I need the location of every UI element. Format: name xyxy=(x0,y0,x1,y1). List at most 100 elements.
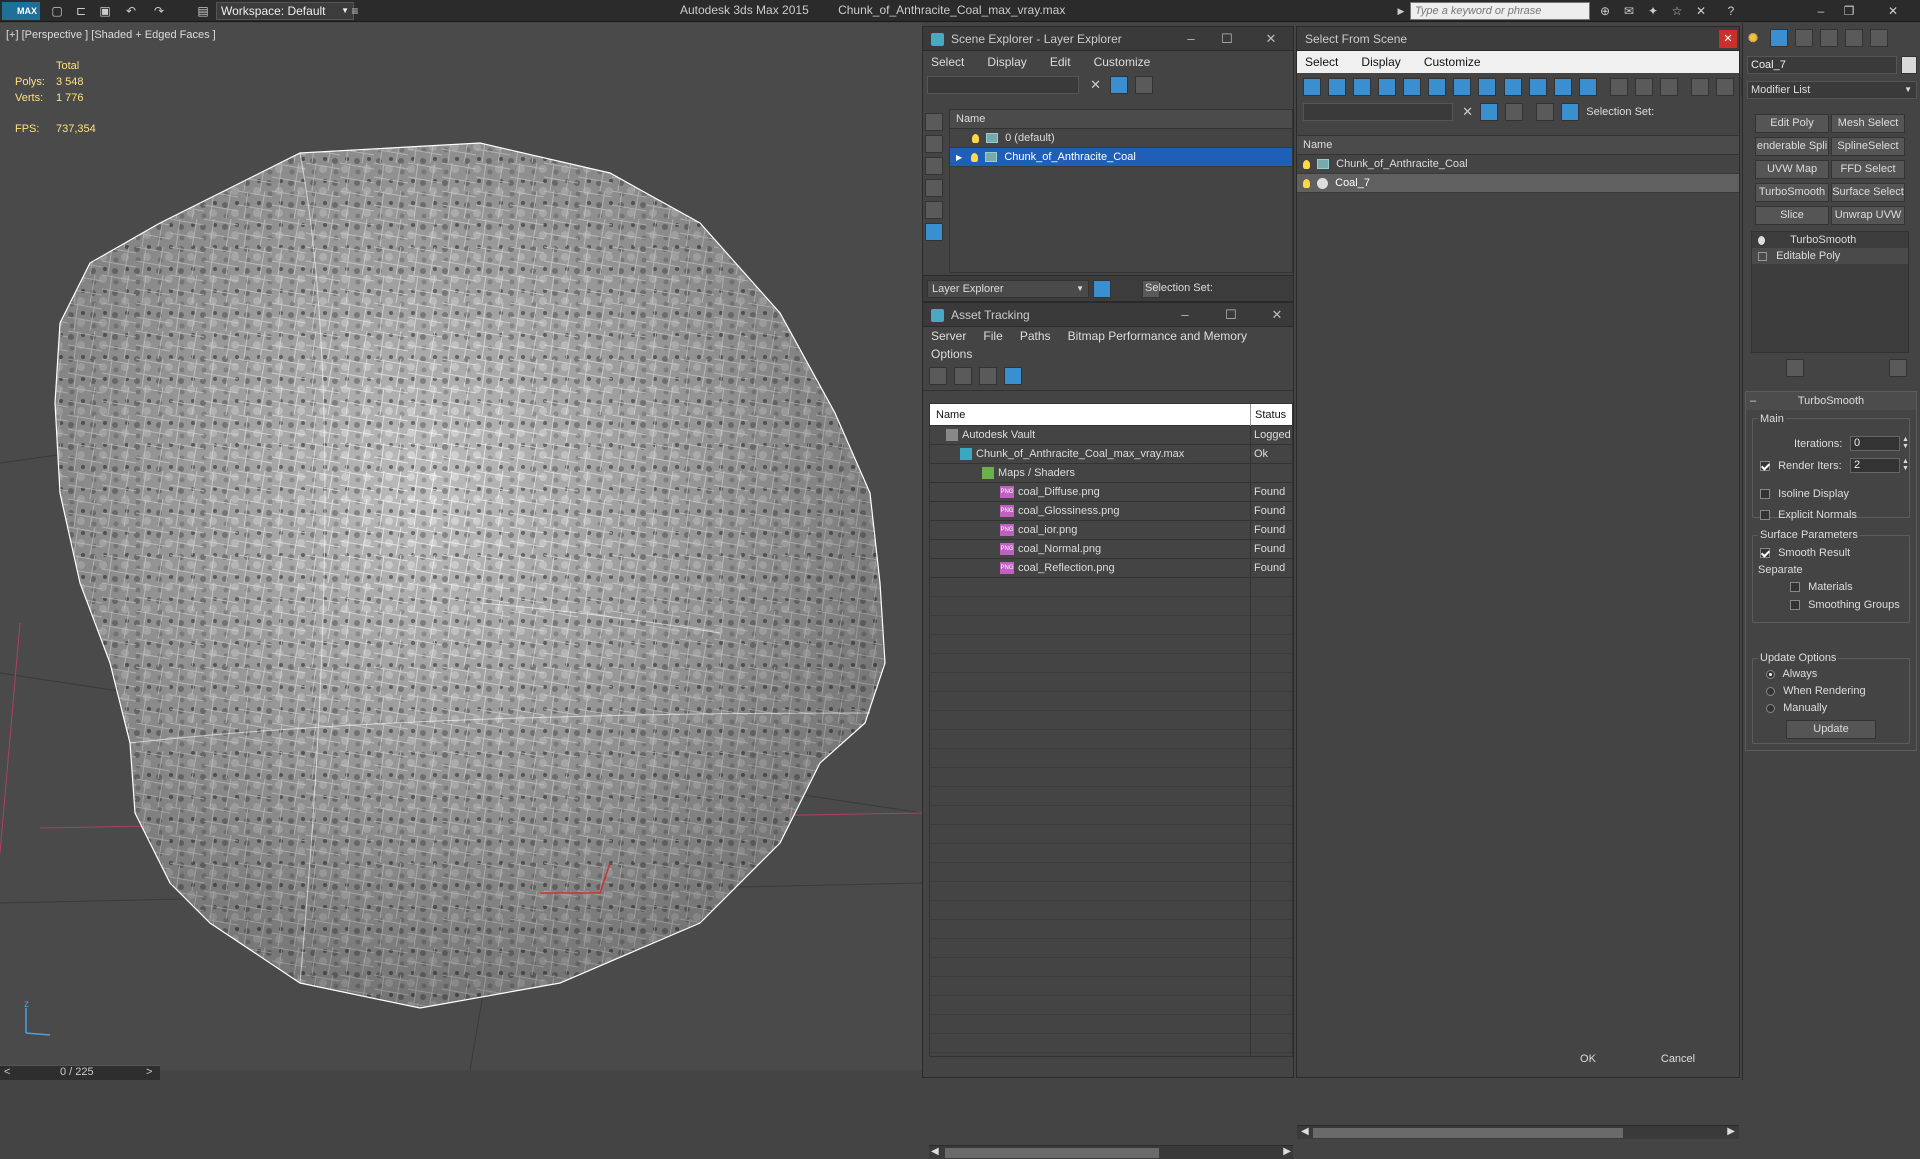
workspace-dropdown[interactable]: Workspace: Default ▼ xyxy=(216,2,354,20)
minimize-icon[interactable]: – xyxy=(1171,303,1199,327)
quick-access-menu-icon[interactable]: ≡ xyxy=(346,2,364,20)
always-radio[interactable] xyxy=(1766,669,1775,679)
refresh-icon[interactable] xyxy=(929,367,947,385)
modify-tab-icon[interactable] xyxy=(1770,29,1789,47)
renderable-spline-button[interactable]: enderable Spli xyxy=(1755,137,1829,156)
clear-search-icon[interactable]: ✕ xyxy=(1462,104,1473,119)
hierarchy-icon[interactable] xyxy=(1716,78,1734,96)
display-cameras-icon[interactable] xyxy=(925,179,943,197)
filter-bones-icon[interactable] xyxy=(1503,78,1522,96)
asset-row[interactable]: Autodesk Vault Logged xyxy=(930,426,1292,445)
filter-spacewarps-icon[interactable] xyxy=(1428,78,1447,96)
exchange-icon[interactable]: ✕ xyxy=(1692,2,1710,20)
column-header-status[interactable]: Status xyxy=(1250,404,1286,426)
render-iters-checkbox[interactable] xyxy=(1760,461,1770,472)
slice-button[interactable]: Slice xyxy=(1755,206,1829,225)
unwrap-uvw-button[interactable]: Unwrap UVW xyxy=(1831,206,1905,225)
close-icon[interactable]: ✕ xyxy=(1719,30,1737,48)
close-icon[interactable]: ✕ xyxy=(1884,2,1902,20)
filter-groups-icon[interactable] xyxy=(1453,78,1472,96)
undo-icon[interactable]: ↶ xyxy=(122,2,140,20)
restore-icon[interactable]: ❐ xyxy=(1840,2,1858,20)
asset-horizontal-scrollbar[interactable]: ◀ ▶ xyxy=(929,1145,1293,1159)
menu-options[interactable]: Options xyxy=(931,347,972,361)
expand-arrow-icon[interactable]: ▶ xyxy=(956,153,962,162)
uvw-map-button[interactable]: UVW Map xyxy=(1755,160,1829,179)
light-bulb-icon[interactable] xyxy=(971,152,979,162)
layer-icon[interactable] xyxy=(1536,103,1555,121)
column-header-name[interactable]: Name xyxy=(936,409,965,421)
turbosmooth-button[interactable]: TurboSmooth xyxy=(1755,183,1829,202)
object-row-coal7[interactable]: Coal_7 xyxy=(1297,174,1739,193)
select-search-input[interactable] xyxy=(1303,103,1453,121)
communication-icon[interactable]: ✦ xyxy=(1644,2,1662,20)
binoculars-icon[interactable]: ⊕ xyxy=(1596,2,1614,20)
time-slider[interactable]: < 0 / 225 > xyxy=(0,1065,160,1080)
find-similar-icon[interactable] xyxy=(1505,103,1524,121)
mesh-select-button[interactable]: Mesh Select xyxy=(1831,114,1905,133)
chevron-right-icon[interactable]: ▶ xyxy=(1392,2,1410,20)
menu-display[interactable]: Display xyxy=(987,55,1026,69)
list-view-icon[interactable] xyxy=(954,367,973,385)
time-prev-button[interactable]: < xyxy=(4,1066,10,1078)
display-shapes-icon[interactable] xyxy=(925,135,943,153)
explicit-normals-checkbox[interactable] xyxy=(1760,510,1770,521)
scroll-thumb[interactable] xyxy=(945,1148,1159,1158)
new-file-icon[interactable]: ▢ xyxy=(48,2,66,20)
perspective-viewport[interactable]: [+] [Perspective ] [Shaded + Edged Faces… xyxy=(0,23,922,1070)
filter-xrefs-icon[interactable] xyxy=(1478,78,1497,96)
asset-row[interactable]: PNG coal_ior.png Found xyxy=(930,521,1292,540)
display-geometry-icon[interactable] xyxy=(925,113,943,131)
scroll-right-icon[interactable]: ▶ xyxy=(1727,1126,1735,1137)
maximize-icon[interactable]: ☐ xyxy=(1213,27,1241,51)
rollout-header[interactable]: – TurboSmooth xyxy=(1746,392,1916,410)
filter-hidden-icon[interactable] xyxy=(1578,78,1597,96)
create-tab-icon[interactable]: ✺ xyxy=(1745,29,1763,47)
filter-geometry-icon[interactable] xyxy=(1303,78,1321,96)
asset-row[interactable]: PNG coal_Reflection.png Found xyxy=(930,559,1292,578)
select-invert-icon[interactable] xyxy=(1659,78,1678,96)
modifier-list-dropdown[interactable]: Modifier List ▼ xyxy=(1747,81,1917,99)
scene-explorer-titlebar[interactable]: Scene Explorer - Layer Explorer – ☐ ✕ xyxy=(923,27,1293,51)
light-bulb-icon[interactable] xyxy=(1303,178,1310,188)
maximize-icon[interactable]: ☐ xyxy=(1217,303,1245,327)
select-none-icon[interactable] xyxy=(1634,78,1653,96)
filter-containers-icon[interactable] xyxy=(1528,78,1547,96)
hierarchy-mode-icon[interactable] xyxy=(1561,103,1580,121)
filter-cameras-icon[interactable] xyxy=(1378,78,1397,96)
display-helpers-icon[interactable] xyxy=(925,201,943,219)
object-color-swatch[interactable] xyxy=(1901,56,1917,74)
asset-tracking-titlebar[interactable]: Asset Tracking – ☐ ✕ xyxy=(923,303,1293,327)
viewport-label[interactable]: [+] [Perspective ] [Shaded + Edged Faces… xyxy=(6,29,216,41)
select-from-scene-titlebar[interactable]: Select From Scene ✕ xyxy=(1297,27,1739,51)
spinner-arrows-icon[interactable]: ▲ ▼ xyxy=(1902,436,1909,450)
stack-item-editable-poly[interactable]: Editable Poly xyxy=(1752,248,1908,264)
filter-lights-icon[interactable] xyxy=(1353,78,1372,96)
surface-select-button[interactable]: Surface Select xyxy=(1831,183,1905,202)
filter-icon[interactable] xyxy=(1110,76,1129,94)
isoline-checkbox[interactable] xyxy=(1760,489,1770,500)
project-folder-icon[interactable]: ▤ xyxy=(194,2,212,20)
open-folder-icon[interactable]: ⊏ xyxy=(72,2,90,20)
minimize-icon[interactable]: – xyxy=(1177,27,1205,51)
light-bulb-icon[interactable] xyxy=(1303,159,1310,169)
select-horizontal-scrollbar[interactable]: ◀ ▶ xyxy=(1297,1125,1739,1139)
find-similar-icon[interactable] xyxy=(1135,76,1154,94)
menu-select[interactable]: Select xyxy=(1305,55,1338,69)
layer-row-default[interactable]: 0 (default) xyxy=(950,129,1292,148)
time-next-button[interactable]: > xyxy=(146,1066,152,1078)
grid-view-icon[interactable] xyxy=(1004,367,1023,385)
smoothing-groups-checkbox[interactable] xyxy=(1790,600,1800,611)
ffd-select-button[interactable]: FFD Select xyxy=(1831,160,1905,179)
scroll-right-icon[interactable]: ▶ xyxy=(1283,1146,1291,1157)
update-button[interactable]: Update xyxy=(1786,720,1876,739)
menu-bitmap-performance[interactable]: Bitmap Performance and Memory xyxy=(1068,329,1247,343)
light-bulb-icon[interactable] xyxy=(972,133,979,143)
menu-customize[interactable]: Customize xyxy=(1424,55,1481,69)
save-icon[interactable]: ▣ xyxy=(96,2,114,20)
menu-select[interactable]: Select xyxy=(931,55,964,69)
show-end-result-icon[interactable] xyxy=(1786,359,1805,377)
scroll-thumb[interactable] xyxy=(1313,1128,1623,1138)
utilities-tab-icon[interactable] xyxy=(1870,29,1889,47)
column-header-name[interactable]: Name xyxy=(1297,136,1739,155)
